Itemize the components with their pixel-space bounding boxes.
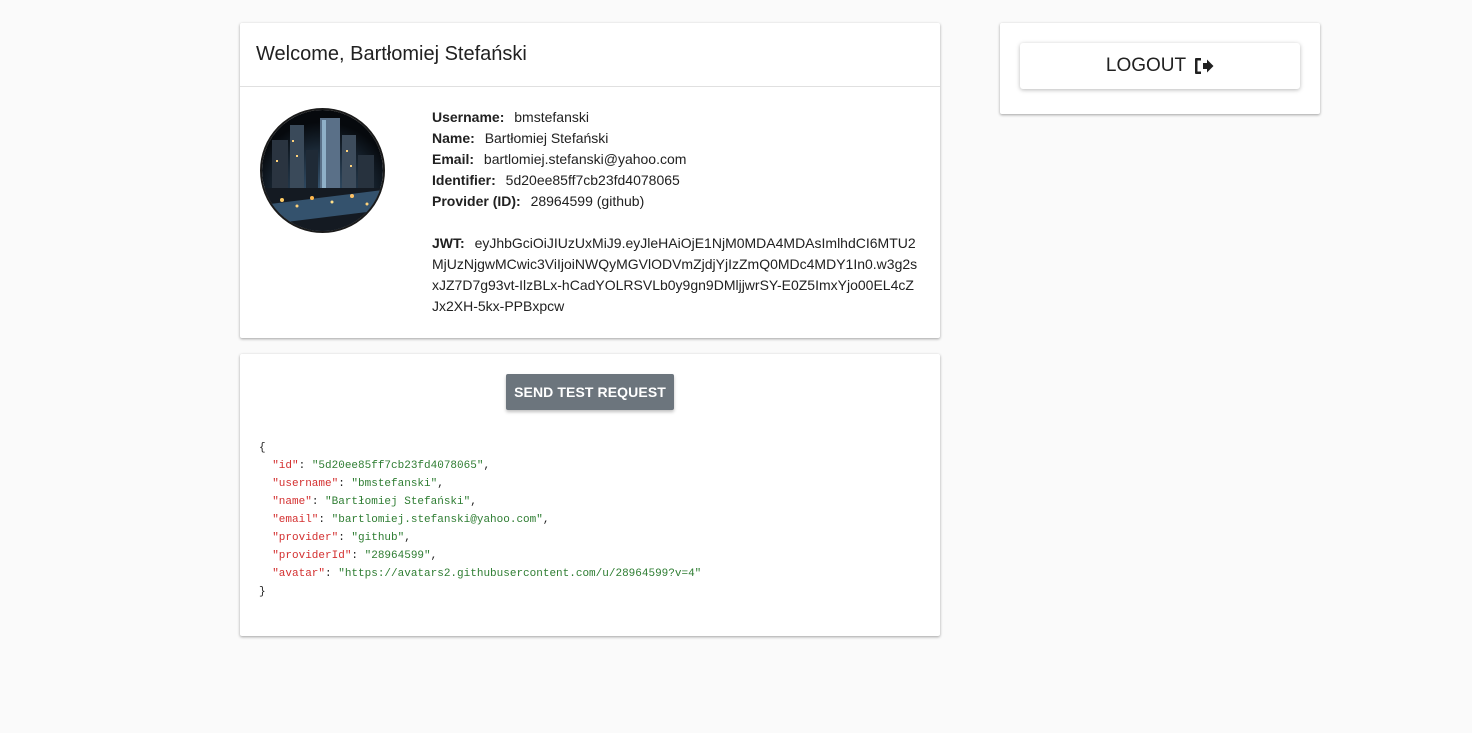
sign-out-icon (1195, 58, 1214, 74)
username-row: Username: bmstefanski (432, 107, 926, 128)
provider-label: Provider (ID): (432, 193, 521, 209)
request-card: SEND TEST REQUEST { "id": "5d20ee85ff7cb… (240, 354, 940, 636)
identifier-label: Identifier: (432, 172, 496, 188)
json-key: "id" (272, 460, 299, 472)
profile-details: Username: bmstefanski Name: Bartłomiej S… (432, 107, 926, 317)
json-open-brace: { (259, 442, 266, 454)
name-label: Name: (432, 130, 475, 146)
json-separator: , (470, 496, 477, 508)
avatar (260, 108, 385, 233)
json-separator: , (437, 478, 444, 490)
response-json: { "id": "5d20ee85ff7cb23fd4078065", "use… (259, 442, 702, 598)
jwt-value: eyJhbGciOiJIUzUxMiJ9.eyJleHAiOjE1NjM0MDA… (432, 235, 918, 314)
identifier-value: 5d20ee85ff7cb23fd4078065 (505, 172, 680, 188)
name-value: Bartłomiej Stefański (484, 130, 609, 146)
json-value: "Bartłomiej Stefański" (325, 496, 471, 508)
name-row: Name: Bartłomiej Stefański (432, 128, 926, 149)
json-key: "providerId" (272, 550, 352, 562)
provider-value: 28964599 (github) (530, 193, 645, 209)
json-key: "provider" (272, 532, 339, 544)
username-label: Username: (432, 109, 505, 125)
email-value: bartlomiej.stefanski@yahoo.com (483, 151, 687, 167)
logout-card: LOGOUT (1000, 23, 1320, 114)
welcome-title: Welcome, Bartłomiej Stefański (256, 43, 527, 65)
logout-button[interactable]: LOGOUT (1020, 43, 1300, 89)
json-value: "https://avatars2.githubusercontent.com/… (338, 568, 702, 580)
logout-label: LOGOUT (1105, 55, 1187, 76)
json-value: "28964599" (364, 550, 431, 562)
json-separator: , (430, 550, 438, 562)
provider-row: Provider (ID): 28964599 (github) (432, 191, 926, 212)
json-separator: , (542, 514, 550, 526)
username-value: bmstefanski (514, 109, 589, 125)
profile-card: Welcome, Bartłomiej Stefański Username: … (240, 23, 940, 338)
json-value: "5d20ee85ff7cb23fd4078065" (311, 460, 484, 472)
json-key: "name" (272, 496, 312, 508)
json-close-brace: } (259, 586, 266, 598)
send-test-request-button[interactable]: SEND TEST REQUEST (506, 374, 674, 410)
jwt-row: JWT: eyJhbGciOiJIUzUxMiJ9.eyJleHAiOjE1Nj… (432, 233, 926, 317)
identifier-row: Identifier: 5d20ee85ff7cb23fd4078065 (432, 170, 926, 191)
json-value: "bartlomiej.stefanski@yahoo.com" (331, 514, 543, 526)
email-label: Email: (432, 151, 475, 167)
json-key: "username" (272, 478, 339, 490)
json-key: "avatar" (272, 568, 326, 580)
json-key: "email" (272, 514, 319, 526)
json-value: "github" (351, 532, 405, 544)
json-separator: , (483, 460, 491, 472)
jwt-label: JWT: (432, 235, 465, 251)
json-separator: , (404, 532, 411, 544)
avatar-city-image (262, 110, 383, 231)
json-value: "bmstefanski" (351, 478, 438, 490)
profile-header: Welcome, Bartłomiej Stefański (240, 23, 940, 87)
email-row: Email: bartlomiej.stefanski@yahoo.com (432, 149, 926, 170)
